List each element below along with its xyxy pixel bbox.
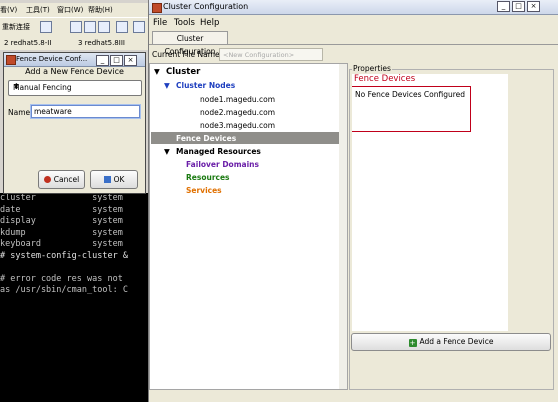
fence-devices-heading: Fence Devices: [354, 74, 416, 84]
cluster-config-window: Cluster Configuration _ □ × File Tools H…: [148, 0, 558, 402]
expand-icon[interactable]: ▼: [164, 81, 170, 90]
maximize-icon[interactable]: □: [110, 55, 123, 66]
terminal-line: # error code res was not: [0, 273, 123, 284]
copy-icon[interactable]: [70, 21, 82, 33]
screen-icon[interactable]: [40, 21, 52, 33]
heading-underline: [352, 86, 470, 87]
cancel-icon: [43, 176, 51, 183]
cancel-button[interactable]: Cancel: [38, 170, 85, 189]
reconnect-button[interactable]: 重新连接: [2, 21, 30, 33]
add-fence-device-label: Add a Fence Device: [419, 337, 494, 346]
menu-help[interactable]: Help: [200, 18, 219, 28]
tree-node[interactable]: node1.magedu.com: [200, 95, 275, 104]
ok-button[interactable]: OK: [90, 170, 138, 189]
ok-icon: [103, 176, 111, 183]
terminal-line: keyboard system: [0, 239, 123, 249]
terminal-line: # system-config-cluster &: [0, 250, 128, 261]
host-menu-window[interactable]: 窗口(W): [57, 5, 83, 15]
tree-node[interactable]: node3.magedu.com: [200, 121, 275, 130]
dialog-titlebar[interactable]: Fence Device Conf... _ □ ×: [4, 53, 145, 67]
no-fence-devices-message: No Fence Devices Configured: [355, 90, 466, 99]
print-icon[interactable]: [116, 21, 128, 33]
tree-cluster[interactable]: Cluster: [166, 67, 200, 77]
terminal-line: kdump system: [0, 227, 123, 238]
fence-type-select[interactable]: Manual Fencing ⬍: [8, 80, 142, 96]
terminal-line: display system: [0, 216, 123, 226]
menu-file[interactable]: File: [153, 18, 167, 28]
close-icon[interactable]: ×: [527, 1, 540, 12]
dialog-title: Fence Device Conf...: [16, 55, 88, 63]
tab-cluster-configuration[interactable]: Cluster Configuration: [152, 31, 228, 56]
tab-divider: [149, 44, 558, 45]
expand-icon[interactable]: ▼: [154, 67, 160, 76]
name-label: Name:: [8, 108, 33, 117]
tree-scrollbar[interactable]: [339, 63, 348, 390]
plus-icon: +: [408, 339, 417, 347]
dialog-heading: Add a New Fence Device: [25, 67, 124, 76]
app-icon: [152, 3, 162, 13]
settings-icon[interactable]: [133, 21, 145, 33]
add-fence-device-button[interactable]: + Add a Fence Device: [351, 333, 551, 351]
expand-icon[interactable]: ▼: [164, 147, 170, 156]
close-icon[interactable]: ×: [124, 55, 137, 66]
host-menu-tools[interactable]: 工具(T): [26, 5, 50, 15]
terminal-line: date system: [0, 204, 123, 215]
paste-icon[interactable]: [84, 21, 96, 33]
terminal[interactable]: cluster system date system display syste…: [0, 193, 148, 402]
tree-resources[interactable]: Resources: [186, 173, 230, 182]
current-file-field: <New Configuration>: [219, 48, 323, 61]
menubar: File Tools Help: [149, 15, 558, 30]
tree-failover-domains[interactable]: Failover Domains: [186, 160, 259, 169]
minimize-icon[interactable]: _: [497, 1, 510, 12]
clipboard-icon[interactable]: [98, 21, 110, 33]
tree-services[interactable]: Services: [186, 186, 222, 195]
window-title: Cluster Configuration: [163, 2, 249, 11]
host-menu-view[interactable]: 看(V): [0, 5, 17, 15]
tree-node[interactable]: node2.magedu.com: [200, 108, 275, 117]
cluster-tree[interactable]: ▼ Cluster ▼ Cluster Nodes node1.magedu.c…: [149, 63, 341, 390]
tree-cluster-nodes[interactable]: Cluster Nodes: [176, 81, 235, 90]
host-menubar: 看(V) 工具(T) 窗口(W) 帮助(H): [0, 3, 148, 17]
terminal-line: as /usr/sbin/cman_tool: C: [0, 285, 128, 295]
window-titlebar[interactable]: Cluster Configuration _ □ ×: [149, 0, 558, 15]
minimize-icon[interactable]: _: [96, 55, 109, 66]
menu-tools[interactable]: Tools: [174, 18, 195, 28]
maximize-icon[interactable]: □: [512, 1, 525, 12]
tree-fence-devices[interactable]: Fence Devices: [176, 134, 236, 143]
cancel-label: Cancel: [53, 175, 80, 184]
updown-arrow-icon: ⬍: [13, 82, 20, 91]
ok-label: OK: [113, 175, 125, 184]
fence-device-dialog: Fence Device Conf... _ □ × Add a New Fen…: [3, 52, 146, 194]
tab-redhat58-ii[interactable]: 2 redhat5.8-II: [4, 37, 51, 49]
current-file-label: Current File Name:: [152, 50, 223, 59]
terminal-line: cluster system: [0, 193, 123, 203]
fence-name-input[interactable]: [30, 104, 141, 119]
app-icon: [6, 55, 16, 65]
host-toolbar: 重新连接: [0, 17, 148, 37]
tree-managed-resources[interactable]: Managed Resources: [176, 147, 261, 156]
host-menu-help[interactable]: 帮助(H): [88, 5, 113, 15]
tab-redhat58-iii[interactable]: 3 redhat5.8III: [78, 37, 125, 49]
host-tabs: 2 redhat5.8-II 3 redhat5.8III: [0, 36, 148, 50]
properties-legend: Properties: [352, 64, 392, 73]
